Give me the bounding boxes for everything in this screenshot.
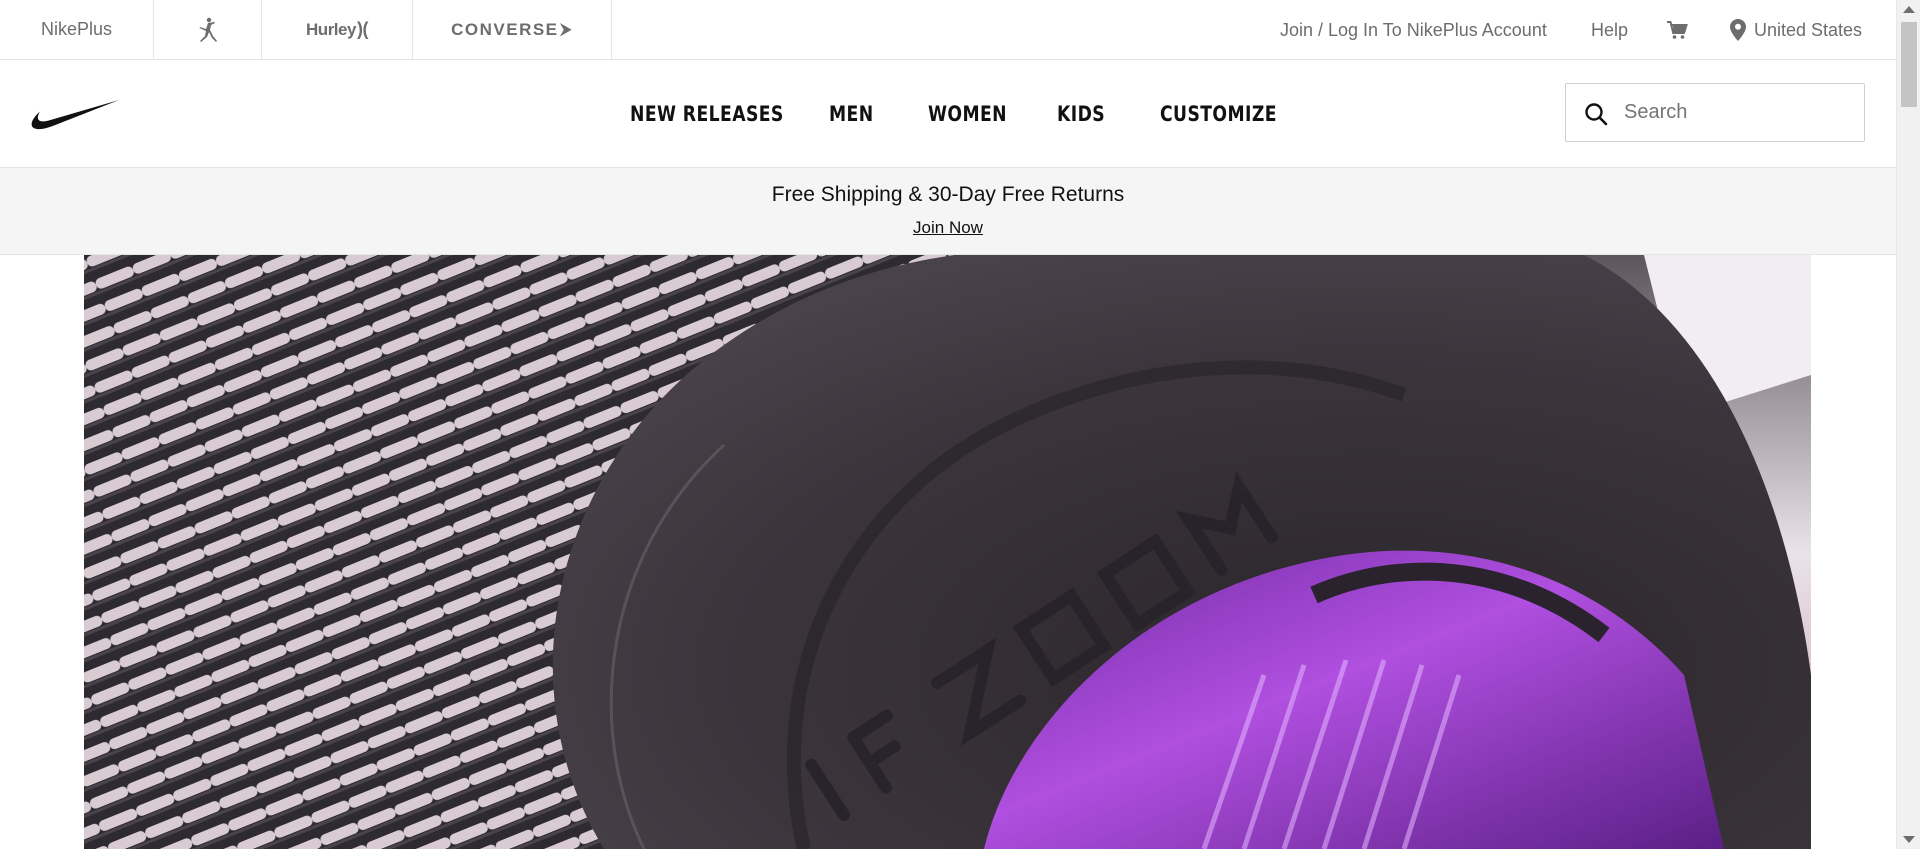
search-input[interactable] bbox=[1624, 92, 1854, 132]
promo-banner: Free Shipping & 30-Day Free Returns Join… bbox=[0, 167, 1896, 255]
brand-tab-converse[interactable]: CONVERSE ⮞ bbox=[413, 0, 612, 59]
main-nav: NEW RELEASES MEN WOMEN KIDS CUSTOMIZE bbox=[0, 60, 1896, 167]
converse-chevron-icon: ⮞ bbox=[560, 21, 573, 38]
nav-item-kids[interactable]: KIDS bbox=[1057, 102, 1160, 126]
region-selector[interactable]: United States bbox=[1730, 0, 1862, 60]
brand-bar: NikePlus Hurley)( CONVERSE ⮞ Join / Log I… bbox=[0, 0, 1896, 60]
nav-label: MEN bbox=[829, 101, 874, 126]
nav-item-women[interactable]: WOMEN bbox=[928, 102, 1057, 126]
brand-tab-jordan[interactable] bbox=[154, 0, 262, 59]
account-label: Join / Log In To NikePlus Account bbox=[1280, 19, 1547, 40]
hurley-label: Hurley bbox=[306, 19, 356, 39]
nike-swoosh-icon bbox=[31, 100, 120, 130]
nav-label: KIDS bbox=[1057, 101, 1106, 126]
nav-label: NEW RELEASES bbox=[630, 101, 784, 126]
converse-label: CONVERSE bbox=[451, 19, 559, 39]
cart-button[interactable] bbox=[1666, 0, 1688, 60]
hero-shoe-graphic bbox=[84, 255, 1811, 849]
hurley-mark-icon: )( bbox=[356, 19, 369, 39]
search-icon[interactable] bbox=[1584, 102, 1608, 126]
account-link[interactable]: Join / Log In To NikePlus Account bbox=[1280, 0, 1547, 60]
search-box[interactable] bbox=[1565, 83, 1865, 142]
help-link[interactable]: Help bbox=[1591, 0, 1628, 60]
location-pin-icon bbox=[1730, 19, 1746, 41]
scroll-thumb[interactable] bbox=[1901, 22, 1917, 107]
cart-icon bbox=[1667, 21, 1688, 39]
help-label: Help bbox=[1591, 19, 1629, 40]
brand-tab-nikeplus[interactable]: NikePlus bbox=[0, 0, 154, 59]
primary-nav: NEW RELEASES MEN WOMEN KIDS CUSTOMIZE bbox=[630, 60, 1300, 167]
scroll-up-arrow-icon[interactable] bbox=[1903, 6, 1915, 13]
nav-item-men[interactable]: MEN bbox=[829, 102, 928, 126]
region-label: United States bbox=[1754, 19, 1863, 40]
brand-tab-hurley[interactable]: Hurley)( bbox=[262, 0, 413, 59]
nikeplus-label: NikePlus bbox=[40, 19, 113, 39]
page-scrollbar[interactable] bbox=[1896, 0, 1920, 849]
nav-label: CUSTOMIZE bbox=[1160, 101, 1277, 126]
join-now-link[interactable]: Join Now bbox=[0, 218, 1896, 238]
nav-item-customize[interactable]: CUSTOMIZE bbox=[1160, 102, 1300, 126]
hero-image[interactable] bbox=[84, 255, 1811, 849]
nav-item-new-releases[interactable]: NEW RELEASES bbox=[630, 102, 829, 126]
scroll-down-arrow-icon[interactable] bbox=[1903, 836, 1915, 843]
promo-title: Free Shipping & 30-Day Free Returns bbox=[771, 183, 1125, 206]
jumpman-icon bbox=[199, 17, 217, 42]
nav-label: WOMEN bbox=[928, 101, 1008, 126]
